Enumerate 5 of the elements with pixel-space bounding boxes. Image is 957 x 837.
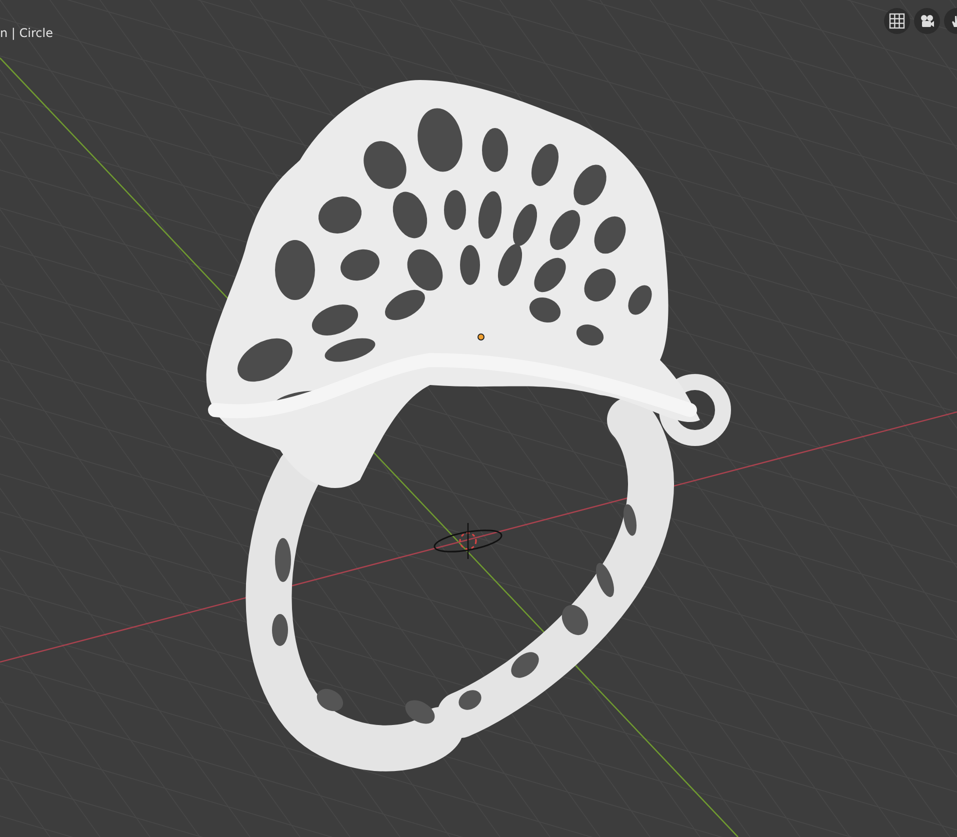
camera-icon[interactable] [914, 8, 940, 34]
3d-cursor-icon [434, 523, 502, 559]
origin-dot-icon [478, 334, 484, 340]
object-label: n | Circle [0, 26, 53, 40]
grid-icon[interactable] [884, 8, 910, 34]
